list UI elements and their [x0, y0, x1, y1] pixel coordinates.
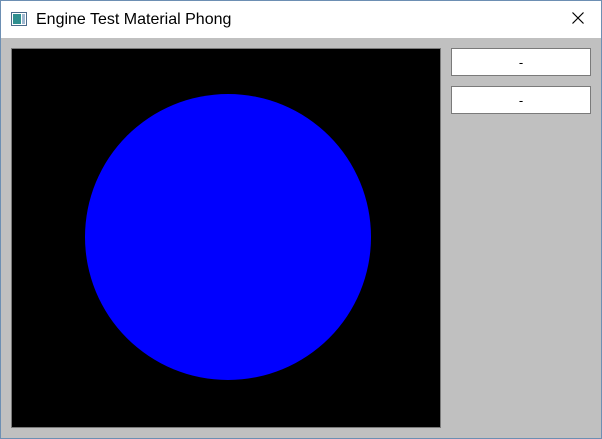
side-button-2[interactable]: - — [451, 86, 591, 114]
close-icon — [572, 11, 584, 29]
render-viewport[interactable] — [11, 48, 441, 428]
side-button-1[interactable]: - — [451, 48, 591, 76]
app-window-icon — [11, 12, 27, 26]
app-window: Engine Test Material Phong - - — [0, 0, 602, 439]
title-bar[interactable]: Engine Test Material Phong — [1, 1, 601, 38]
window-title: Engine Test Material Phong — [36, 11, 232, 28]
close-button[interactable] — [555, 1, 601, 38]
rendered-sphere — [85, 94, 371, 380]
